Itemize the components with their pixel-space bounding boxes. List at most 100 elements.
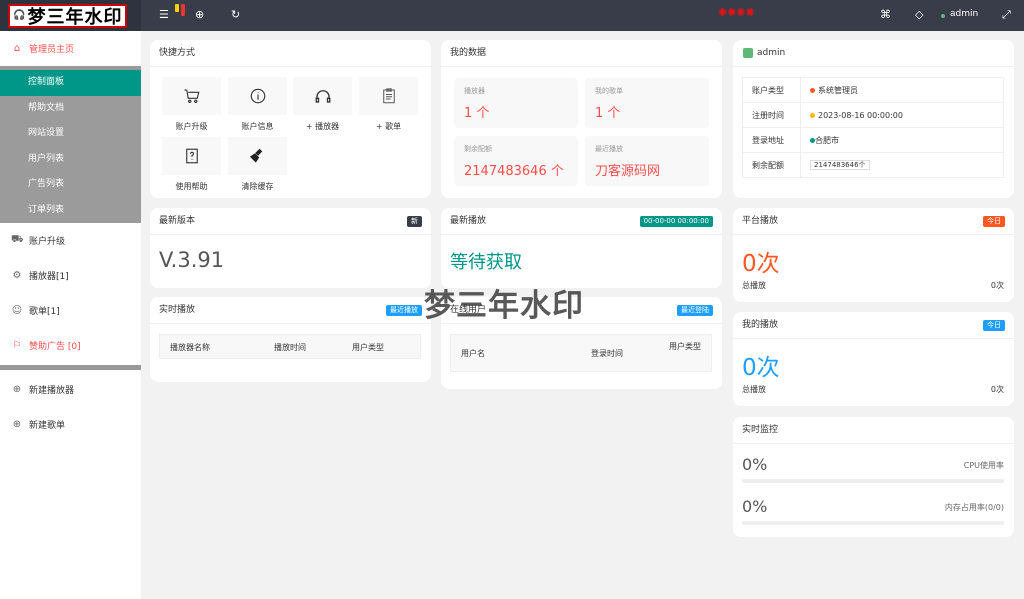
col-header: 登录时间 [591,349,623,358]
sidebar-item-players[interactable]: ⚙ 播放器[1] [0,258,141,293]
platform-plays-card: 平台播放 今日 0次 总播放 0次 [733,208,1014,302]
shortcut-account-info[interactable]: 账户信息 [228,77,287,132]
stat-playlists[interactable]: 我的歌单 1 个 [585,78,709,128]
card-title-text: 最新版本 [159,216,196,226]
new-badge: 新 [407,216,422,227]
plus-circle-icon: ⊕ [12,419,22,430]
time-badge: 00-00-00 00:00:00 [639,216,713,227]
shortcut-add-player[interactable]: + 播放器 [293,77,352,132]
sidebar: ⌂ 管理员主页 控制面板 帮助文档 网站设置 用户列表 广告列表 订单列表 ⛟ … [0,31,141,599]
sidebar-sub-settings[interactable]: 网站设置 [0,121,141,147]
shortcut-upgrade[interactable]: 账户升级 [162,77,221,132]
total-value: 0次 [990,385,1004,394]
realtime-play-card: 实时播放 最近播放 播放器名称 播放时间 用户类型 [150,297,431,382]
shortcut-label: + 歌单 [375,122,402,131]
stat-label: 我的歌单 [595,87,623,95]
stat-value: 1 个 [464,106,490,121]
decoration-lanterns [175,4,185,16]
table-row: 账户类型 系统管理员 [742,77,1004,103]
sidebar-item-home[interactable]: ⌂ 管理员主页 [0,31,141,66]
admin-menu[interactable]: admin [950,9,978,19]
sidebar-item-upgrade[interactable]: ⛟ 账户升级 [0,223,141,258]
sidebar-sub-ads[interactable]: 广告列表 [0,172,141,198]
sidebar-sub-users[interactable]: 用户列表 [0,147,141,173]
refresh-icon[interactable]: ↻ [231,8,240,21]
cpu-label: CPU使用率 [963,461,1004,470]
tag-icon[interactable]: ◇ [915,8,923,21]
headphone-icon: 🎧 [13,10,26,21]
row-value: 2023-08-16 00:00:00 [800,102,1004,128]
today-badge: 今日 [983,216,1005,227]
mem-progress [742,521,1004,525]
shortcut-label: 账户信息 [241,122,274,131]
stat-players[interactable]: 播放器 1 个 [454,78,578,128]
user-icon: ☺ [11,305,23,316]
total-label: 总播放 [742,385,766,394]
online-table-header: 用户名 登录时间 用户类型 [450,334,712,372]
recent-badge: 最近播放 [386,305,422,316]
game-icon[interactable]: ⌘ [880,8,891,21]
card-title: 我的数据 [441,40,722,67]
status-dot [810,87,815,93]
shortcut-label: 账户升级 [175,122,208,131]
gear-icon: ⚙ [12,270,22,281]
sidebar-sub-help[interactable]: 帮助文档 [0,96,141,122]
register-time: 2023-08-16 00:00:00 [818,110,903,120]
col-header: 用户类型 [352,343,384,352]
stat-label: 播放器 [464,87,485,95]
card-title: 快捷方式 [150,40,431,67]
my-plays-card: 我的播放 今日 0次 总播放 0次 [733,312,1014,406]
fullscreen-icon[interactable]: ⤢ [1002,8,1011,22]
row-key: 注册时间 [742,102,801,128]
sidebar-item-label: 播放器[1] [29,272,69,282]
cpu-value: 0% [742,455,768,474]
version-value: V.3.91 [159,248,225,272]
stat-label: 最近播放 [595,145,623,153]
card-title-text: 平台播放 [742,216,779,226]
shortcut-label: 使用帮助 [175,182,208,191]
col-header: 用户名 [461,349,485,358]
card-title: 我的播放 今日 [733,312,1014,339]
card-title: 实时监控 [733,417,1014,444]
logo-text: 梦三年水印 [27,6,123,28]
latest-play-card: 最新播放 00-00-00 00:00:00 等待获取 [441,208,722,288]
my-data-card: 我的数据 播放器 1 个 我的歌单 1 个 剩余配额 2147483646 个 … [441,40,722,198]
shortcut-add-playlist[interactable]: + 歌单 [359,77,418,132]
sidebar-item-new-playlist[interactable]: ⊕ 新建歌单 [0,407,141,442]
stat-value: 刀客源码网 [595,164,661,179]
col-header: 播放器名称 [170,343,210,352]
version-card: 最新版本 新 V.3.91 [150,208,431,288]
shortcuts-card: 快捷方式 账户升级 账户信息 + 播放器 + 歌单 使用帮助 清除缓存 [150,40,431,198]
home-icon: ⌂ [13,43,21,54]
shortcut-clear-cache[interactable]: 清除缓存 [228,137,287,192]
sidebar-item-label: 新建歌单 [29,421,66,431]
plus-circle-icon: ⊕ [12,384,22,395]
stat-quota[interactable]: 剩余配额 2147483646 个 [454,136,578,186]
stat-label: 剩余配额 [464,145,492,153]
row-value: 合肥市 [800,127,1004,153]
sidebar-item-playlists[interactable]: ☺ 歌单[1] [0,293,141,328]
my-plays-value: 0次 [742,355,780,381]
logo-area: 🎧 梦三年水印 [0,0,141,31]
sidebar-item-new-player[interactable]: ⊕ 新建播放器 [0,372,141,407]
sidebar-sub-dashboard[interactable]: 控制面板 [0,70,141,96]
logo[interactable]: 🎧 梦三年水印 [8,3,128,28]
card-title: 最新播放 00-00-00 00:00:00 [441,208,722,235]
shortcut-help[interactable]: 使用帮助 [162,137,221,192]
stat-recent[interactable]: 最近播放 刀客源码网 [585,136,709,186]
sidebar-sub-orders[interactable]: 订单列表 [0,198,141,224]
info-icon [250,88,265,104]
sidebar-item-sponsor-ads[interactable]: ⚐ 赞助广告 [0] [0,328,141,363]
latest-value: 等待获取 [450,252,522,273]
sidebar-item-label: 歌单[1] [29,307,60,317]
total-value: 0次 [990,281,1004,290]
globe-icon[interactable]: ⊕ [195,8,204,21]
quota-badge: 2147483646个 [810,160,870,170]
account-name: admin [757,48,786,58]
menu-toggle-icon[interactable]: ☰ [159,8,169,21]
shortcut-label: + 播放器 [305,122,340,131]
sidebar-item-label: 赞助广告 [0] [29,342,81,352]
recent-login-badge: 最近登陆 [677,305,713,316]
account-type: 系统管理员 [818,85,858,95]
sidebar-item-label: 管理员主页 [29,45,75,55]
